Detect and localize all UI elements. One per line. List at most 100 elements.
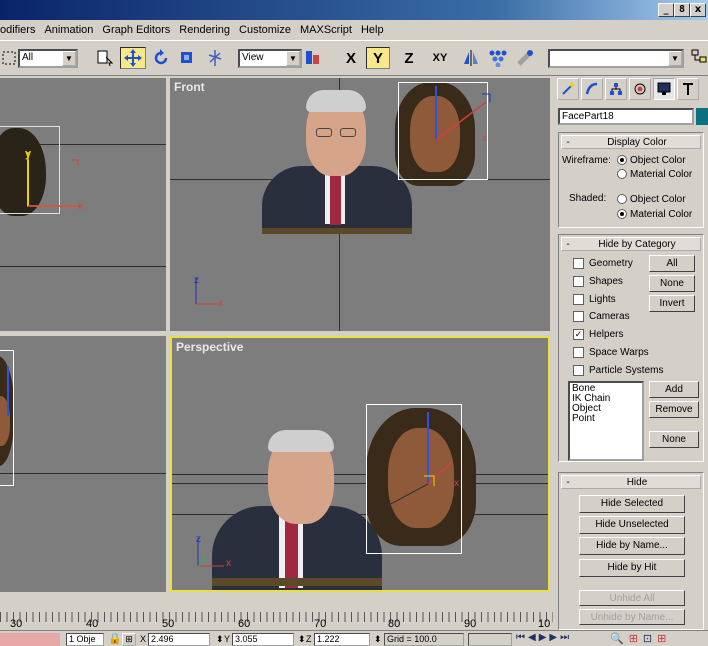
hide-by-hit-button[interactable]: Hide by Hit (579, 559, 685, 577)
y-coordinate-field[interactable]: 3.055 (232, 633, 294, 646)
next-frame-icon[interactable]: ▶ (549, 632, 557, 643)
select-rotate-icon[interactable] (150, 47, 172, 69)
shaded-object-color-radio[interactable]: Object Color (617, 194, 686, 205)
list-item[interactable]: IK Chain Object (572, 394, 640, 414)
schematic-view-icon[interactable] (690, 47, 708, 69)
select-scale-icon[interactable] (176, 47, 198, 69)
axis-y-button[interactable]: Y (366, 47, 390, 69)
select-by-name-icon[interactable] (94, 47, 116, 69)
mirror-icon[interactable] (460, 47, 482, 69)
axis-y-label: y (25, 148, 32, 160)
menu-animation[interactable]: Animation (44, 24, 93, 36)
spinner-icon[interactable]: ⬍ (298, 634, 306, 645)
hide-rollout: - Hide Hide Selected Hide Unselected Hide… (558, 472, 704, 630)
zoom-extents-icon[interactable]: ⊡ (643, 632, 652, 645)
none-button[interactable]: None (649, 275, 695, 292)
category-shapes-checkbox[interactable]: Shapes (573, 276, 623, 287)
menu-customize[interactable]: Customize (239, 24, 291, 36)
category-space-warps-checkbox[interactable]: Space Warps (573, 347, 649, 358)
viewport-front[interactable]: Front x z x (170, 78, 550, 331)
viewport-perspective[interactable]: Perspective x z x (170, 336, 550, 592)
menu-modifiers[interactable]: odifiers (0, 24, 35, 36)
restore-button[interactable]: 8 (674, 3, 690, 17)
close-button[interactable]: x (690, 3, 706, 17)
axis-xy-button[interactable]: XY (424, 47, 456, 69)
time-tag-field[interactable] (468, 633, 512, 646)
minimize-button[interactable]: _ (658, 3, 674, 17)
category-cameras-checkbox[interactable]: Cameras (573, 311, 630, 322)
none-list-button[interactable]: None (649, 431, 699, 448)
category-helpers-checkbox[interactable]: ✓ Helpers (573, 329, 623, 340)
selection-filter-dropdown[interactable]: All ▼ (18, 49, 78, 68)
add-button[interactable]: Add (649, 381, 699, 398)
wireframe-label: Wireframe: (562, 155, 611, 166)
display-tab-icon[interactable] (653, 78, 675, 100)
z-coordinate-field[interactable]: 1.222 (314, 633, 370, 646)
object-color-swatch[interactable] (696, 108, 708, 125)
x-coordinate-field[interactable]: 2.496 (148, 633, 210, 646)
object-name-field[interactable]: FacePart18 (558, 108, 694, 125)
wireframe-material-color-radio[interactable]: Material Color (617, 169, 692, 180)
menu-rendering[interactable]: Rendering (179, 24, 230, 36)
tick-label: 80 (388, 618, 401, 630)
utilities-tab-icon[interactable] (677, 78, 699, 100)
checkbox-label: Shapes (589, 276, 623, 288)
unhide-by-name-button[interactable]: Unhide by Name... (579, 609, 685, 625)
spinner-icon[interactable]: ⬍ (216, 634, 224, 645)
goto-end-icon[interactable]: ⏭ (560, 632, 569, 643)
menu-help[interactable]: Help (361, 24, 384, 36)
list-item[interactable]: Point (572, 414, 640, 424)
absolute-mode-icon[interactable]: ⊞ (122, 633, 136, 646)
zoom-extents-all-icon[interactable]: ⊞ (657, 632, 666, 645)
display-color-header[interactable]: - Display Color (561, 135, 701, 149)
hide-by-category-header[interactable]: - Hide by Category (561, 237, 701, 251)
hide-header[interactable]: - Hide (561, 475, 701, 489)
select-move-icon[interactable] (120, 47, 146, 69)
transform-gizmo[interactable] (352, 398, 492, 518)
checkbox-icon (573, 311, 584, 322)
y-label: Y (224, 634, 231, 644)
viewport-bottom-left[interactable] (0, 336, 166, 592)
select-region-icon[interactable] (0, 47, 18, 69)
display-color-rollout: - Display Color Wireframe: Object Color M… (558, 132, 704, 228)
hierarchy-tab-icon[interactable] (605, 78, 627, 100)
hide-by-name-button[interactable]: Hide by Name... (579, 537, 685, 555)
viewport-top-left[interactable]: y x (0, 78, 166, 331)
select-manipulate-icon[interactable] (204, 47, 226, 69)
checkbox-label: Particle Systems (589, 365, 664, 377)
create-tab-icon[interactable] (557, 78, 579, 100)
array-icon[interactable] (486, 47, 510, 69)
invert-button[interactable]: Invert (649, 295, 695, 312)
align-icon[interactable] (514, 47, 536, 69)
modify-tab-icon[interactable] (581, 78, 603, 100)
wireframe-object-color-radio[interactable]: Object Color (617, 155, 686, 166)
category-lights-checkbox[interactable]: Lights (573, 294, 616, 305)
remove-button[interactable]: Remove (649, 401, 699, 418)
goto-start-icon[interactable]: ⏮ (516, 632, 525, 643)
axis-x-button[interactable]: X (340, 47, 362, 69)
menu-graph-editors[interactable]: Graph Editors (102, 24, 170, 36)
time-ruler[interactable]: 30 40 50 60 70 80 90 10 (0, 594, 553, 630)
axis-z-button[interactable]: Z (398, 47, 420, 69)
category-listbox[interactable]: Bone IK Chain Object Point (568, 381, 644, 461)
reference-coord-dropdown[interactable]: View ▼ (238, 49, 302, 68)
hide-selected-button[interactable]: Hide Selected (579, 495, 685, 513)
menu-maxscript[interactable]: MAXScript (300, 24, 352, 36)
play-icon[interactable]: ▶ (539, 632, 547, 643)
maxscript-listener-mini[interactable] (0, 633, 60, 646)
lock-icon[interactable]: 🔒 (108, 632, 122, 645)
hide-unselected-button[interactable]: Hide Unselected (579, 516, 685, 534)
spinner-icon[interactable]: ⬍ (374, 634, 382, 645)
pivot-center-icon[interactable] (304, 47, 322, 69)
named-selection-dropdown[interactable]: ▼ (548, 49, 684, 68)
unhide-all-button[interactable]: Unhide All (579, 590, 685, 606)
shaded-material-color-radio[interactable]: Material Color (617, 209, 692, 220)
zoom-all-icon[interactable]: ⊞ (629, 632, 638, 645)
category-geometry-checkbox[interactable]: Geometry (573, 258, 633, 269)
motion-tab-icon[interactable] (629, 78, 651, 100)
x-label: X (140, 634, 147, 644)
previous-frame-icon[interactable]: ◀ (528, 632, 536, 643)
category-particle-systems-checkbox[interactable]: Particle Systems (573, 365, 663, 376)
all-button[interactable]: All (649, 255, 695, 272)
zoom-icon[interactable]: 🔍 (610, 632, 624, 645)
